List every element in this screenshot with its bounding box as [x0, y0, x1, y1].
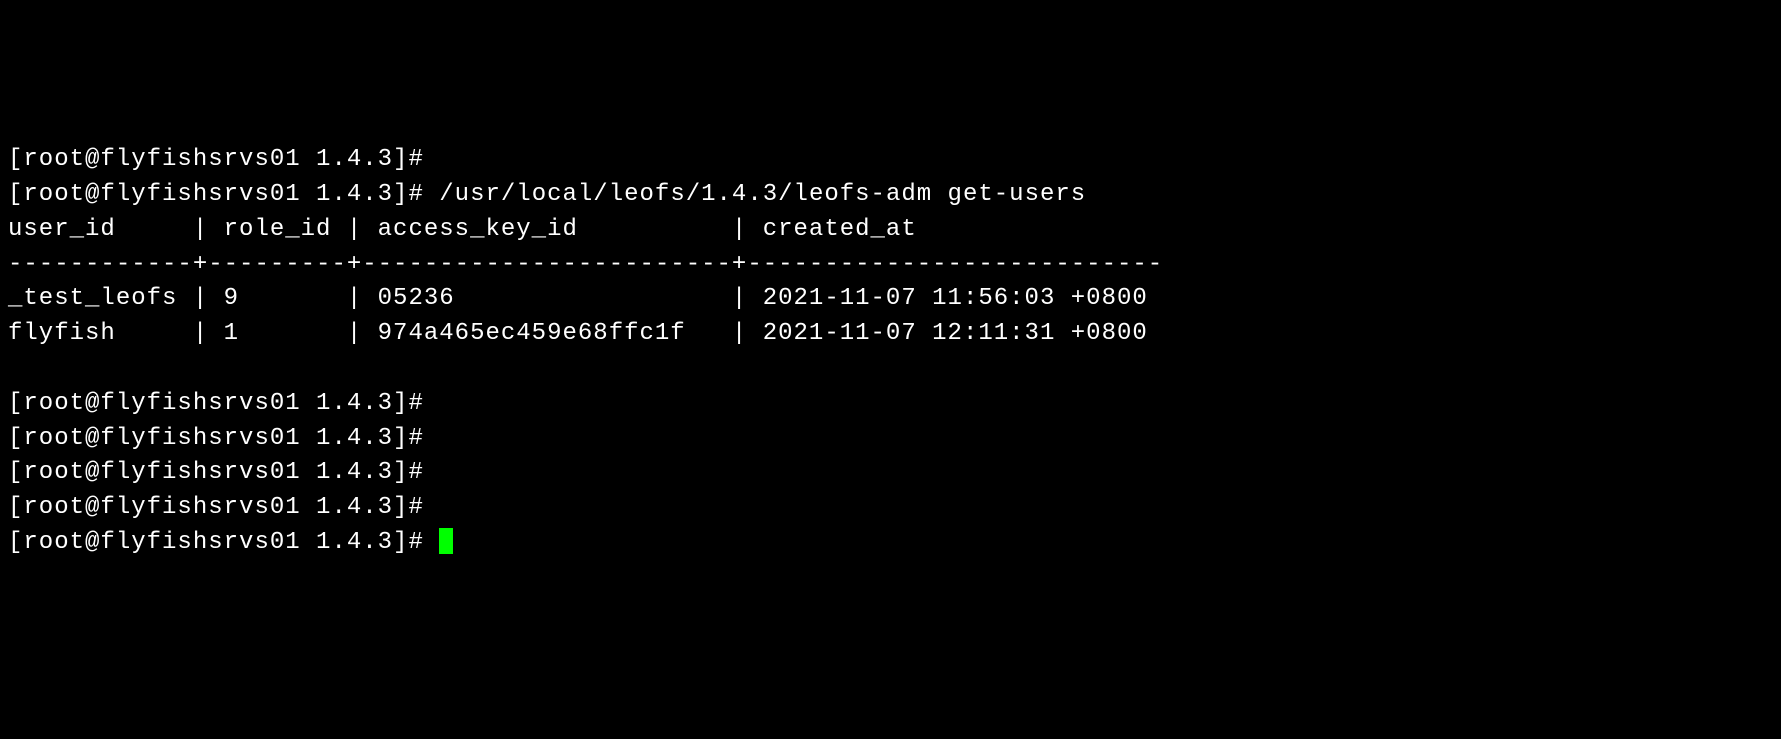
- shell-prompt: [root@flyfishsrvs01 1.4.3]#: [8, 494, 424, 521]
- current-prompt-line[interactable]: [root@flyfishsrvs01 1.4.3]#: [8, 526, 1781, 561]
- table-header-line: user_id | role_id | access_key_id | crea…: [8, 213, 1781, 248]
- shell-prompt: [root@flyfishsrvs01 1.4.3]#: [8, 181, 424, 208]
- prompt-line: [root@flyfishsrvs01 1.4.3]#: [8, 387, 1781, 422]
- prompt-line: [root@flyfishsrvs01 1.4.3]#: [8, 143, 1781, 178]
- table-row: flyfish | 1 | 974a465ec459e68ffc1f | 202…: [8, 317, 1781, 352]
- command-line: [root@flyfishsrvs01 1.4.3]# /usr/local/l…: [8, 178, 1781, 213]
- prompt-line: [root@flyfishsrvs01 1.4.3]#: [8, 422, 1781, 457]
- prompt-line: [root@flyfishsrvs01 1.4.3]#: [8, 491, 1781, 526]
- cursor-icon: [439, 528, 453, 554]
- shell-prompt: [root@flyfishsrvs01 1.4.3]#: [8, 529, 424, 556]
- shell-prompt: [root@flyfishsrvs01 1.4.3]#: [8, 146, 424, 173]
- shell-prompt: [root@flyfishsrvs01 1.4.3]#: [8, 459, 424, 486]
- shell-prompt: [root@flyfishsrvs01 1.4.3]#: [8, 425, 424, 452]
- prompt-line: [root@flyfishsrvs01 1.4.3]#: [8, 456, 1781, 491]
- table-separator-line: ------------+---------+-----------------…: [8, 248, 1781, 283]
- command-text: /usr/local/leofs/1.4.3/leofs-adm get-use…: [439, 181, 1086, 208]
- terminal-window[interactable]: [root@flyfishsrvs01 1.4.3]#[root@flyfish…: [8, 143, 1781, 561]
- table-row: _test_leofs | 9 | 05236 | 2021-11-07 11:…: [8, 282, 1781, 317]
- blank-line: [8, 352, 1781, 387]
- shell-prompt: [root@flyfishsrvs01 1.4.3]#: [8, 390, 424, 417]
